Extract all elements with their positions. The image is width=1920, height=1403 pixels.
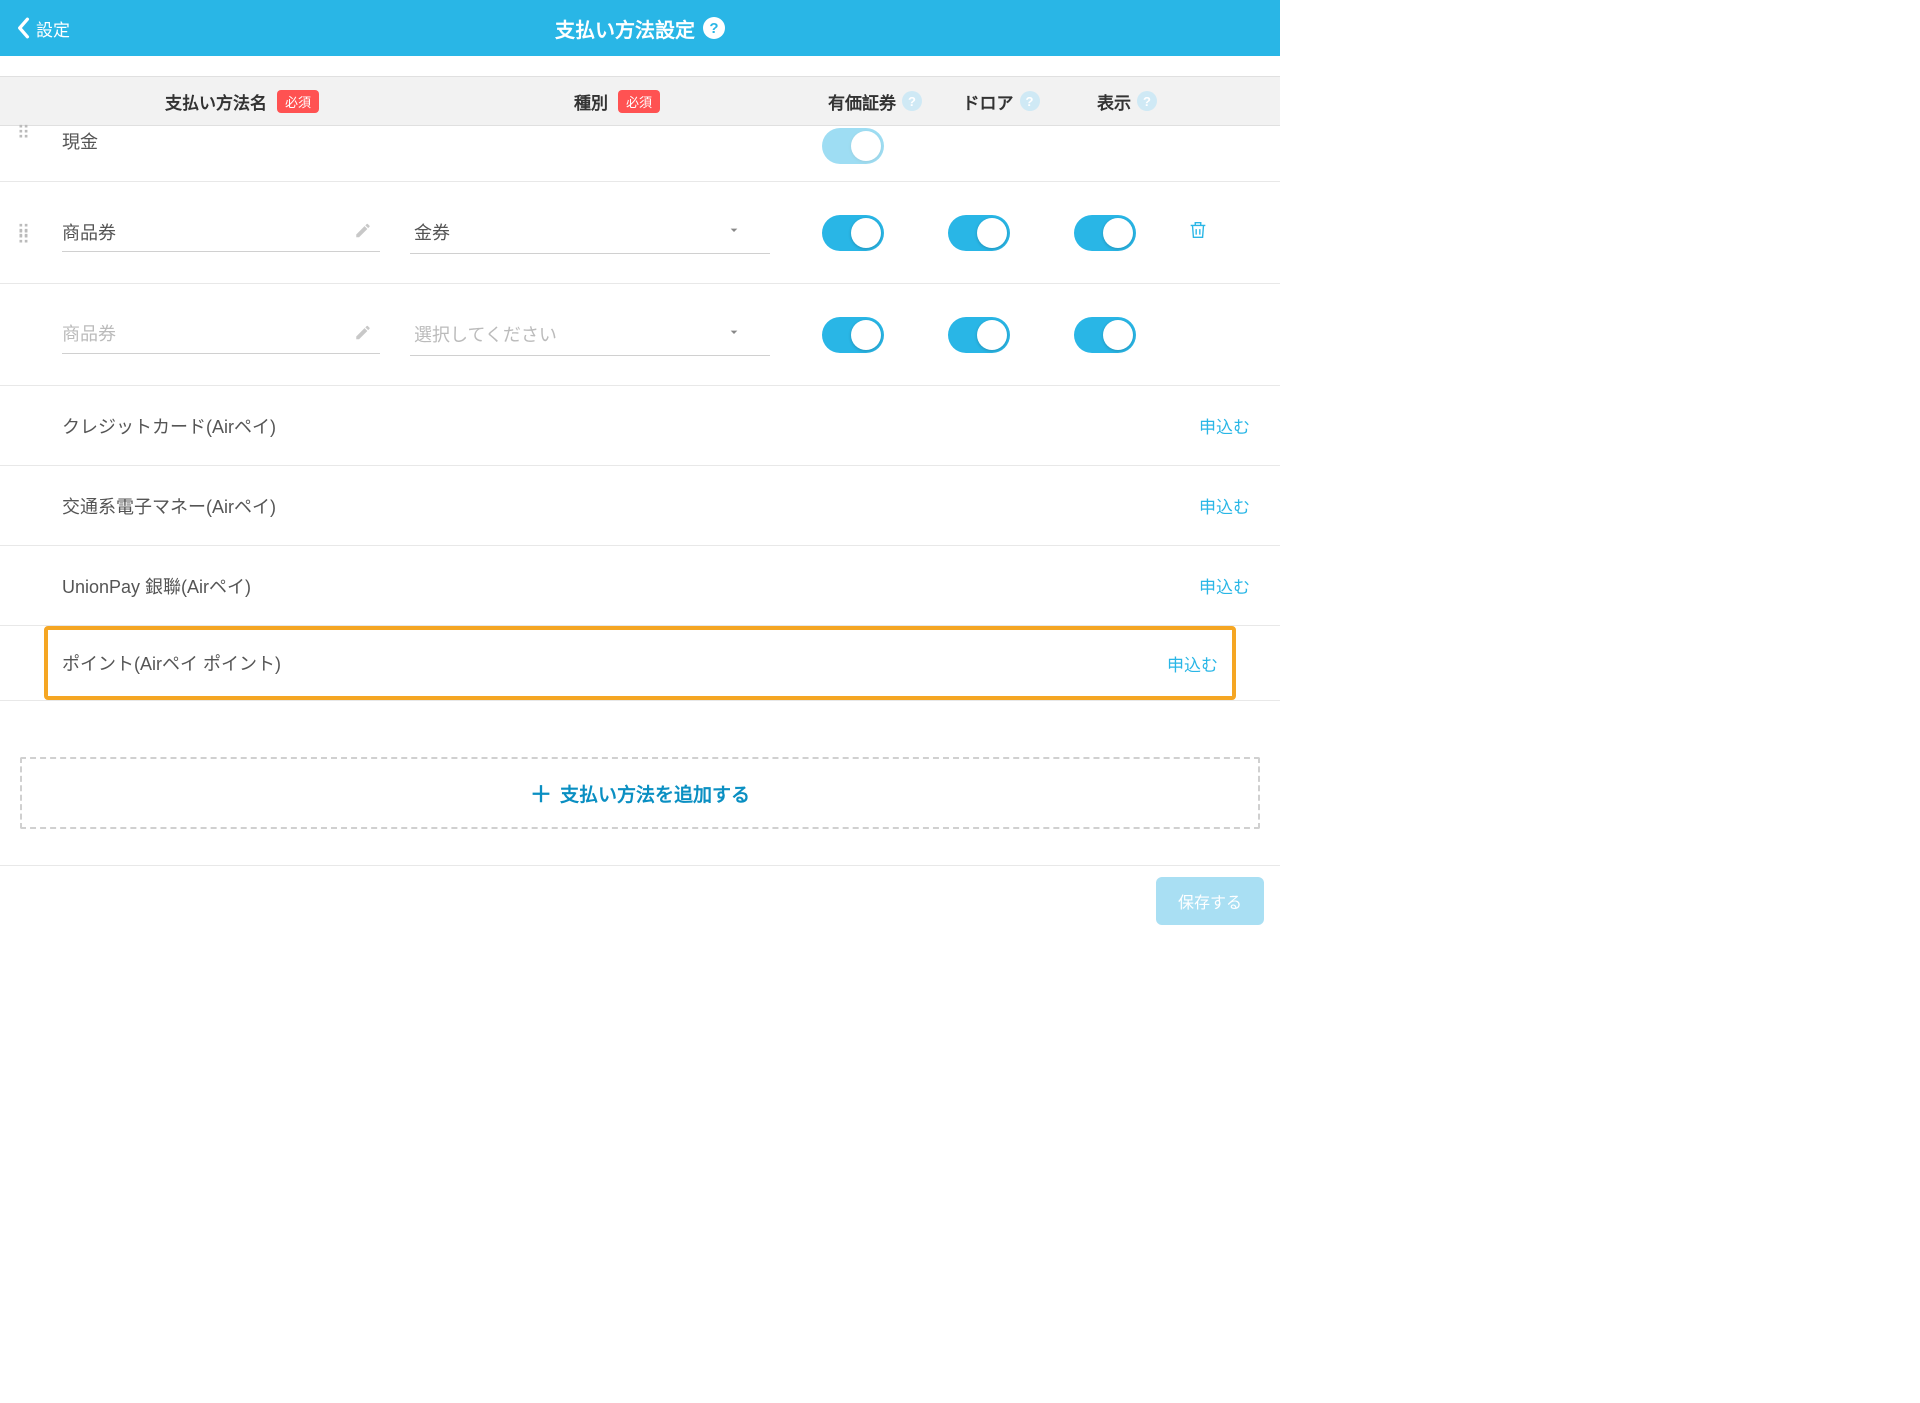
pencil-icon bbox=[354, 221, 372, 244]
add-button-label: 支払い方法を追加する bbox=[560, 780, 750, 807]
airpay-row-emoney: 交通系電子マネー(Airペイ) 申込む bbox=[0, 466, 1280, 546]
required-badge: 必須 bbox=[277, 90, 319, 113]
airpay-label: UnionPay 銀聯(Airペイ) bbox=[62, 573, 251, 599]
help-icon[interactable]: ? bbox=[902, 91, 922, 111]
payment-row-cash: ⠿ 現金 bbox=[0, 126, 1280, 182]
column-header-securities: 有価証券 ? bbox=[812, 89, 938, 114]
securities-toggle[interactable] bbox=[822, 317, 884, 353]
help-icon[interactable]: ? bbox=[1020, 91, 1040, 111]
pencil-icon bbox=[354, 323, 372, 346]
save-button[interactable]: 保存する bbox=[1156, 877, 1264, 925]
column-drawer-label: ドロア bbox=[963, 89, 1014, 114]
add-payment-method-button[interactable]: ＋ 支払い方法を追加する bbox=[20, 757, 1260, 829]
back-label: 設定 bbox=[36, 16, 70, 41]
securities-toggle[interactable] bbox=[822, 128, 884, 164]
airpay-row-credit: クレジットカード(Airペイ) 申込む bbox=[0, 386, 1280, 466]
chevron-left-icon bbox=[16, 17, 30, 39]
apply-link[interactable]: 申込む bbox=[1199, 413, 1250, 438]
apply-link[interactable]: 申込む bbox=[1167, 651, 1218, 676]
drag-handle[interactable]: ⠿ bbox=[10, 128, 40, 134]
drawer-toggle[interactable] bbox=[948, 215, 1010, 251]
payment-name-input[interactable] bbox=[62, 316, 380, 354]
drag-handle[interactable]: ⠿⠿ bbox=[10, 227, 40, 239]
airpay-label: 交通系電子マネー(Airペイ) bbox=[62, 493, 276, 519]
column-header-name: 支払い方法名 必須 bbox=[62, 89, 422, 114]
airpay-row-point-highlighted: ポイント(Airペイ ポイント) 申込む bbox=[44, 626, 1236, 700]
app-header: 設定 支払い方法設定 ? bbox=[0, 0, 1280, 56]
display-toggle[interactable] bbox=[1074, 215, 1136, 251]
apply-link[interactable]: 申込む bbox=[1199, 573, 1250, 598]
payment-type-select[interactable]: 選択してください bbox=[410, 313, 770, 356]
column-name-label: 支払い方法名 bbox=[165, 89, 267, 114]
payment-row-voucher: ⠿⠿ 金券 bbox=[0, 182, 1280, 284]
drawer-toggle[interactable] bbox=[948, 317, 1010, 353]
type-select-placeholder: 選択してください bbox=[414, 321, 557, 347]
payment-name-cash: 現金 bbox=[62, 128, 380, 154]
footer-bar: 保存する bbox=[0, 865, 1280, 935]
column-header-type: 種別 必須 bbox=[422, 89, 812, 114]
apply-link[interactable]: 申込む bbox=[1199, 493, 1250, 518]
airpay-label: ポイント(Airペイ ポイント) bbox=[62, 650, 281, 676]
page-title: 支払い方法設定 ? bbox=[555, 14, 725, 43]
help-icon[interactable]: ? bbox=[1137, 91, 1157, 111]
airpay-row-unionpay: UnionPay 銀聯(Airペイ) 申込む bbox=[0, 546, 1280, 626]
plus-icon: ＋ bbox=[530, 777, 552, 809]
column-display-label: 表示 bbox=[1097, 89, 1131, 114]
payment-row-new: ⠿ 選択してください bbox=[0, 284, 1280, 386]
required-badge: 必須 bbox=[618, 90, 660, 113]
column-securities-label: 有価証券 bbox=[828, 89, 896, 114]
back-button[interactable]: 設定 bbox=[16, 16, 70, 41]
table-header: 支払い方法名 必須 種別 必須 有価証券 ? ドロア ? 表示 ? bbox=[0, 76, 1280, 126]
column-type-label: 種別 bbox=[574, 89, 608, 114]
display-toggle[interactable] bbox=[1074, 317, 1136, 353]
payment-type-select[interactable]: 金券 bbox=[410, 211, 770, 254]
column-header-drawer: ドロア ? bbox=[938, 89, 1064, 114]
column-header-display: 表示 ? bbox=[1064, 89, 1190, 114]
securities-toggle[interactable] bbox=[822, 215, 884, 251]
trash-icon[interactable] bbox=[1187, 219, 1209, 246]
airpay-label: クレジットカード(Airペイ) bbox=[62, 413, 276, 439]
type-select-value: 金券 bbox=[414, 219, 450, 245]
chevron-down-icon bbox=[726, 324, 742, 345]
page-title-text: 支払い方法設定 bbox=[555, 14, 695, 43]
chevron-down-icon bbox=[726, 222, 742, 243]
payment-name-input[interactable] bbox=[62, 214, 380, 252]
payment-method-list: ⠿ 現金 ⠿⠿ 金券 ⠿ 選択してくださ bbox=[0, 126, 1280, 701]
help-icon[interactable]: ? bbox=[703, 17, 725, 39]
